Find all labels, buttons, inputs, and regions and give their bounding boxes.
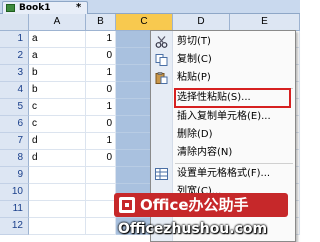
row-header[interactable]: 10 [0, 184, 29, 201]
cell-b[interactable]: 1 [86, 31, 116, 48]
row-header[interactable]: 3 [0, 65, 29, 82]
cell-a[interactable]: a [29, 48, 86, 65]
cell-b[interactable] [86, 167, 116, 184]
cell-a[interactable] [29, 201, 86, 218]
cell-a[interactable]: b [29, 65, 86, 82]
scissors-icon [155, 36, 168, 48]
cell-a[interactable]: d [29, 150, 86, 167]
row-header[interactable]: 2 [0, 48, 29, 65]
menu-separator [175, 163, 293, 164]
cell-b[interactable]: 1 [86, 133, 116, 150]
cell-b[interactable]: 0 [86, 48, 116, 65]
cell-b[interactable]: 0 [86, 150, 116, 167]
menu-item-cut[interactable]: 剪切(T) [151, 33, 295, 51]
workbook-title: Book1 [19, 3, 51, 13]
menu-item-clear-contents[interactable]: 清除内容(N) [151, 144, 295, 162]
menu-item-insert-copied-cells[interactable]: 插入复制单元格(E)... [151, 108, 295, 126]
menu-item-label: 设置单元格格式(F)... [177, 168, 271, 179]
menu-item-copy[interactable]: 复制(C) [151, 51, 295, 69]
row-header[interactable]: 12 [0, 218, 29, 235]
copy-icon [155, 54, 168, 66]
format-cells-icon [155, 168, 168, 180]
office-logo-icon [119, 197, 135, 213]
select-all-corner[interactable] [0, 14, 29, 31]
menu-item-label: 剪切(T) [177, 36, 211, 47]
column-header-c[interactable]: C [116, 14, 173, 31]
workbook-tab[interactable]: Book1 * [2, 1, 88, 14]
row-header[interactable]: 5 [0, 99, 29, 116]
cell-a[interactable]: c [29, 99, 86, 116]
row-header[interactable]: 8 [0, 150, 29, 167]
watermark-url-text: Officezhushou.com [118, 221, 268, 237]
cell-b[interactable] [86, 184, 116, 201]
column-header-d[interactable]: D [173, 14, 230, 31]
cell-b[interactable]: 0 [86, 82, 116, 99]
excel-file-icon [6, 4, 15, 12]
row-header[interactable]: 6 [0, 116, 29, 133]
menu-item-delete[interactable]: 删除(D) [151, 126, 295, 144]
row-header[interactable]: 1 [0, 31, 29, 48]
cell-b[interactable]: 1 [86, 99, 116, 116]
cell-a[interactable] [29, 184, 86, 201]
cell-b[interactable] [86, 218, 116, 235]
column-header-a[interactable]: A [29, 14, 86, 31]
column-header-e[interactable]: E [230, 14, 300, 31]
cell-a[interactable]: d [29, 133, 86, 150]
menu-item-label: 插入复制单元格(E)... [177, 111, 271, 122]
paste-icon [155, 72, 168, 84]
modified-marker: * [76, 2, 82, 13]
paste-special-highlight-box [174, 88, 291, 108]
cell-b[interactable] [86, 201, 116, 218]
row-header[interactable]: 7 [0, 133, 29, 150]
watermark-brand-text: Office办公助手 [140, 196, 249, 214]
menu-item-label: 删除(D) [177, 129, 213, 140]
menu-item-format-cells[interactable]: 设置单元格格式(F)... [151, 165, 295, 183]
cell-a[interactable]: a [29, 31, 86, 48]
column-header-b[interactable]: B [86, 14, 116, 31]
workbook-tab-bar: Book1 * [0, 0, 300, 14]
row-header[interactable]: 4 [0, 82, 29, 99]
row-header[interactable]: 9 [0, 167, 29, 184]
cell-b[interactable]: 0 [86, 116, 116, 133]
menu-item-label: 清除内容(N) [177, 147, 233, 158]
cell-a[interactable] [29, 167, 86, 184]
menu-item-paste[interactable]: 粘贴(P) [151, 69, 295, 87]
cell-a[interactable]: b [29, 82, 86, 99]
menu-item-label: 复制(C) [177, 54, 212, 65]
menu-item-label: 粘贴(P) [177, 72, 211, 83]
cell-a[interactable] [29, 218, 86, 235]
cell-b[interactable]: 1 [86, 65, 116, 82]
watermark-banner: Office办公助手 [114, 193, 288, 217]
cell-a[interactable]: c [29, 116, 86, 133]
row-header[interactable]: 11 [0, 201, 29, 218]
